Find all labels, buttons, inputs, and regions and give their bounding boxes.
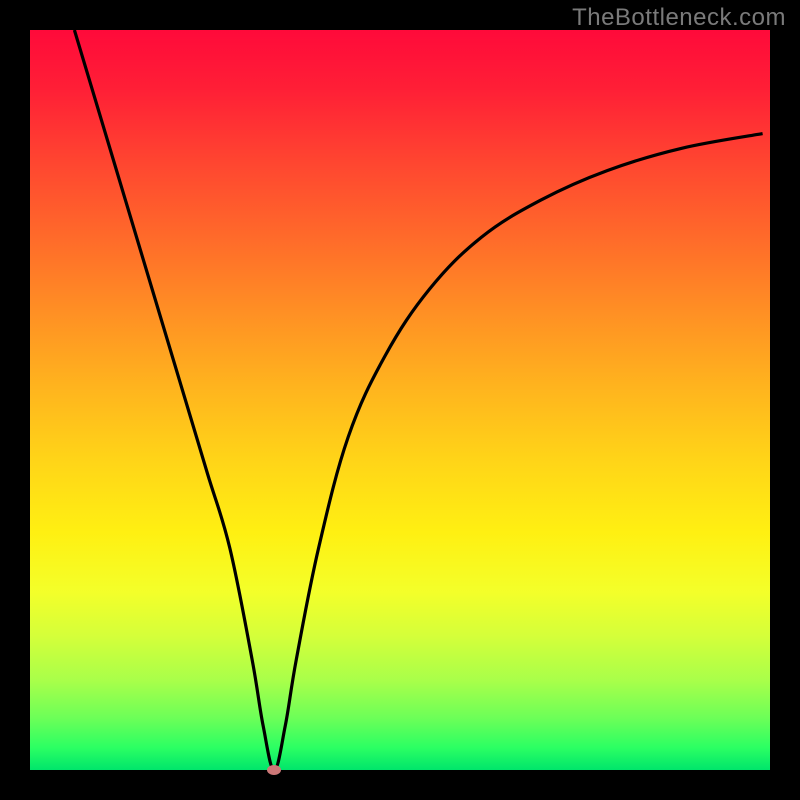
optimum-marker	[267, 765, 281, 775]
bottleneck-curve	[30, 30, 770, 770]
chart-frame: TheBottleneck.com	[0, 0, 800, 800]
watermark-text: TheBottleneck.com	[572, 4, 786, 32]
curve-path	[74, 30, 762, 770]
plot-area	[30, 30, 770, 770]
